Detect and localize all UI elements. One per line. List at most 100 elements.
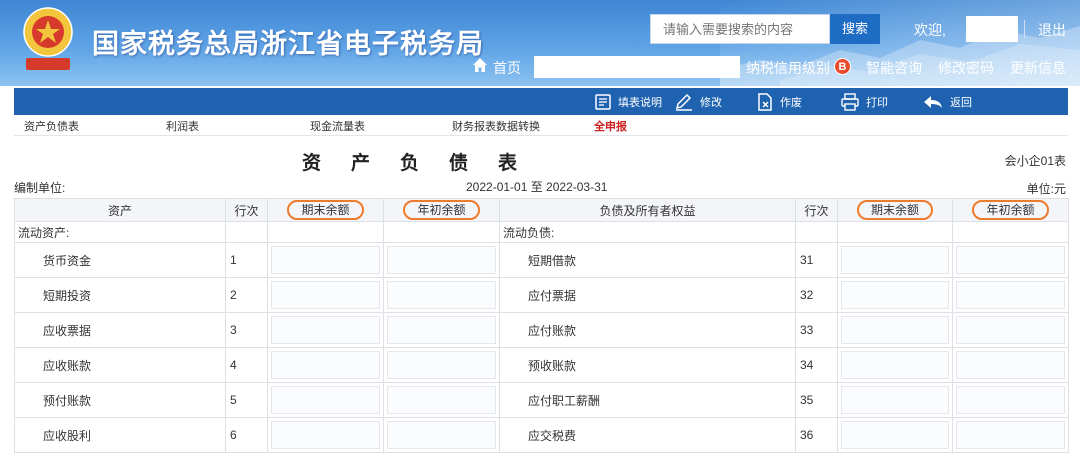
beginning-balance-input[interactable]: [387, 386, 496, 414]
highlight-circle: 年初余额: [403, 200, 480, 220]
col-asset: 资产: [14, 198, 226, 222]
currency-unit: 单位:元: [1026, 182, 1066, 196]
ending-balance-input[interactable]: [841, 281, 949, 309]
liability-name: 预收账款: [499, 347, 796, 383]
ending-balance-input[interactable]: [271, 421, 380, 449]
table-row: 应收账款 4 预收账款 34: [14, 347, 1069, 383]
highlight-circle: 期末余额: [287, 200, 364, 220]
col-line-no: 行次: [795, 198, 838, 222]
col-liabilities-equity: 负债及所有者权益: [499, 198, 796, 222]
ending-balance-input[interactable]: [271, 351, 380, 379]
col-beginning-balance: 年初余额: [952, 198, 1069, 222]
change-password-link[interactable]: 修改密码: [938, 58, 994, 78]
beginning-balance-input[interactable]: [387, 421, 496, 449]
taxpayer-name-box: [534, 56, 740, 78]
asset-name: 应收票据: [14, 312, 226, 348]
ending-balance-input[interactable]: [271, 246, 380, 274]
table-row: 应收票据 3 应付账款 33: [14, 312, 1069, 348]
asset-line: 3: [225, 312, 268, 348]
col-line-no: 行次: [225, 198, 268, 222]
back-button[interactable]: 返回: [922, 88, 972, 115]
credit-grade-badge: B: [834, 58, 851, 75]
ending-balance-input[interactable]: [271, 386, 380, 414]
beginning-balance-input[interactable]: [956, 316, 1065, 344]
report-tabs: 资产负债表 利润表 现金流量表 财务报表数据转换 全申报: [14, 116, 1068, 136]
asset-name: 预付账款: [14, 382, 226, 418]
tab-full-declaration[interactable]: 全申报: [594, 118, 627, 134]
beginning-balance-input[interactable]: [387, 351, 496, 379]
beginning-balance-input[interactable]: [387, 281, 496, 309]
liability-line: 36: [795, 417, 838, 453]
form-code: 会小企01表: [1004, 154, 1066, 168]
beginning-balance-input[interactable]: [387, 316, 496, 344]
void-document-icon: [758, 92, 772, 111]
back-arrow-icon: [924, 95, 942, 108]
table-row: 货币资金 1 短期借款 31: [14, 242, 1069, 278]
fill-instructions-button[interactable]: 填表说明: [594, 88, 662, 115]
beginning-balance-input[interactable]: [956, 421, 1065, 449]
ending-balance-input[interactable]: [841, 421, 949, 449]
balance-sheet-table: 资产 行次 期末余额 年初余额 负债及所有者权益 行次 期末余额 年初余额 流动…: [14, 198, 1069, 453]
liability-line: 32: [795, 277, 838, 313]
table-row: 短期投资 2 应付票据 32: [14, 277, 1069, 313]
home-icon[interactable]: [472, 57, 488, 73]
fill-instructions-label: 填表说明: [618, 96, 662, 109]
beginning-balance-input[interactable]: [387, 246, 496, 274]
liability-name: 短期借款: [499, 242, 796, 278]
ending-balance-input[interactable]: [841, 386, 949, 414]
search-input[interactable]: [650, 14, 830, 44]
ending-balance-input[interactable]: [271, 281, 380, 309]
report-title: 资产负债表: [302, 153, 548, 174]
group-row: 流动资产: 流动负债:: [14, 221, 1069, 243]
credit-level-link[interactable]: 纳税信用级别: [746, 58, 830, 78]
col-beginning-balance: 年初余额: [383, 198, 500, 222]
print-button[interactable]: 打印: [840, 88, 888, 115]
liability-name: 应付职工薪酬: [499, 382, 796, 418]
update-info-link[interactable]: 更新信息: [1010, 58, 1066, 78]
tab-balance-sheet[interactable]: 资产负债表: [24, 118, 79, 134]
beginning-balance-input[interactable]: [956, 246, 1065, 274]
asset-line: 2: [225, 277, 268, 313]
current-assets-label: 流动资产:: [14, 221, 226, 243]
search-button[interactable]: 搜索: [830, 14, 880, 44]
tab-data-conversion[interactable]: 财务报表数据转换: [452, 118, 540, 134]
tab-cash-flow[interactable]: 现金流量表: [310, 118, 365, 134]
beginning-balance-input[interactable]: [956, 281, 1065, 309]
compiling-unit-label: 编制单位:: [14, 181, 66, 195]
document-icon: [595, 93, 611, 110]
tab-income-statement[interactable]: 利润表: [166, 118, 199, 134]
ending-balance-input[interactable]: [841, 351, 949, 379]
ending-balance-input[interactable]: [841, 316, 949, 344]
liability-line: 35: [795, 382, 838, 418]
liability-name: 应交税费: [499, 417, 796, 453]
site-header: 国家税务总局浙江省电子税务局 搜索 欢迎, 退出 首页 纳税信用级别 B 智能咨…: [0, 0, 1080, 86]
liability-line: 33: [795, 312, 838, 348]
smart-consult-link[interactable]: 智能咨询: [866, 58, 922, 78]
site-title: 国家税务总局浙江省电子税务局: [92, 29, 484, 59]
edit-button[interactable]: 修改: [674, 88, 722, 115]
highlight-circle: 期末余额: [856, 200, 933, 220]
asset-name: 货币资金: [14, 242, 226, 278]
pencil-icon: [675, 93, 692, 111]
void-label: 作废: [780, 96, 802, 109]
asset-line: 4: [225, 347, 268, 383]
action-toolbar: 填表说明 修改 作废 打印 返回: [14, 88, 1068, 115]
ending-balance-input[interactable]: [841, 246, 949, 274]
home-link[interactable]: 首页: [493, 58, 521, 78]
asset-line: 5: [225, 382, 268, 418]
liability-name: 应付票据: [499, 277, 796, 313]
logout-link[interactable]: 退出: [1038, 20, 1066, 40]
current-liabilities-label: 流动负债:: [499, 221, 796, 243]
ending-balance-input[interactable]: [271, 316, 380, 344]
asset-name: 短期投资: [14, 277, 226, 313]
asset-line: 1: [225, 242, 268, 278]
void-button[interactable]: 作废: [756, 88, 802, 115]
tax-emblem-logo: [23, 7, 73, 70]
back-label: 返回: [950, 96, 972, 109]
report-period: 2022-01-01 至 2022-03-31: [466, 180, 608, 194]
highlight-circle: 年初余额: [972, 200, 1049, 220]
table-row: 应收股利 6 应交税费 36: [14, 417, 1069, 453]
beginning-balance-input[interactable]: [956, 351, 1065, 379]
beginning-balance-input[interactable]: [956, 386, 1065, 414]
asset-name: 应收账款: [14, 347, 226, 383]
